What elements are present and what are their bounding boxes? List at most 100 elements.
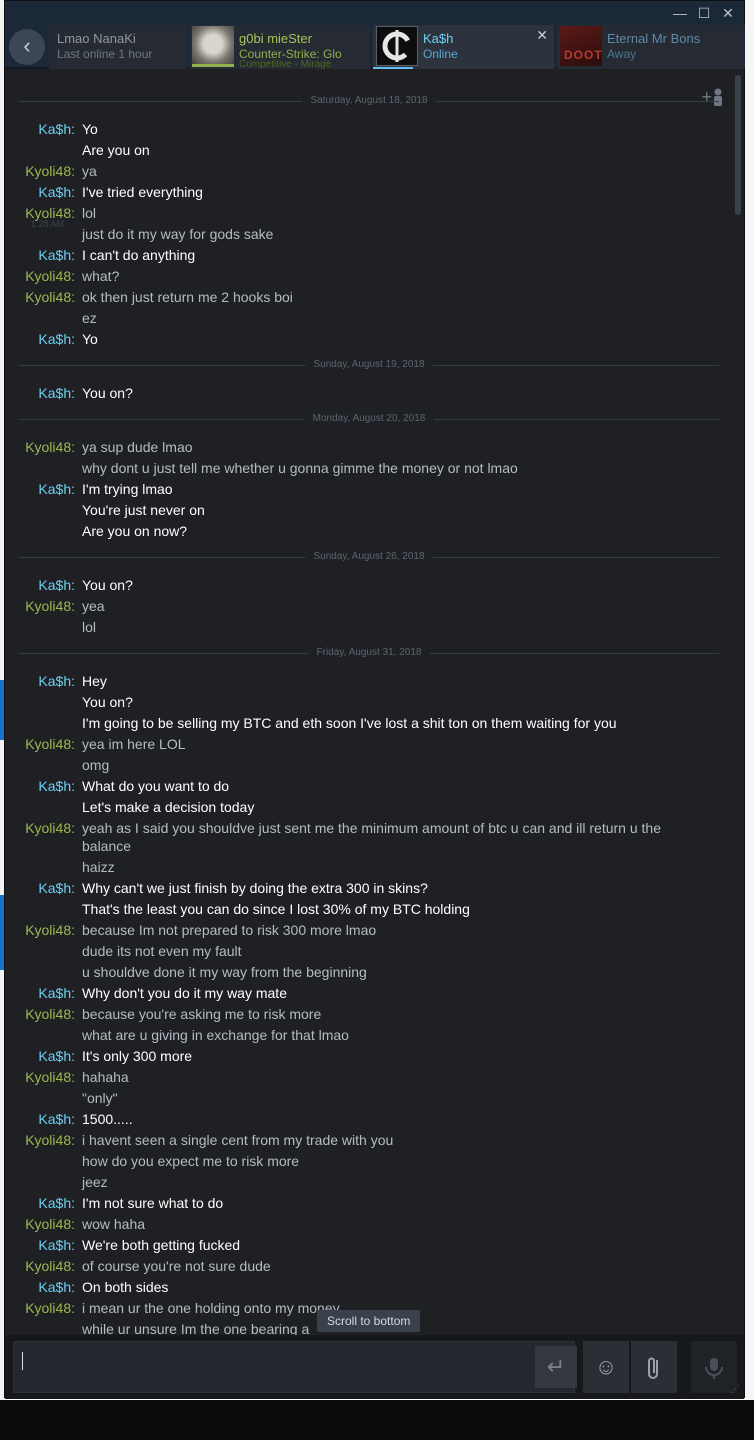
message-text: You're just never on [82,502,205,518]
message-sender[interactable]: Kyoli48: [5,438,75,456]
message-sender[interactable]: Ka$h: [5,984,75,1002]
message-text: just do it my way for gods sake [82,226,274,242]
message-sender[interactable]: Kyoli48: [5,1299,75,1317]
message-text: ya [82,163,97,179]
date-divider-label: Saturday, August 18, 2018 [302,95,436,106]
minimize-button[interactable]: — [671,4,689,22]
message-sender[interactable]: Ka$h: [5,672,75,690]
message-sender[interactable]: Ka$h: [5,384,75,402]
message-sender[interactable]: Ka$h: [5,879,75,897]
message-sender[interactable]: Kyoli48: [5,1215,75,1233]
message-sender[interactable]: Ka$h: [5,480,75,498]
resize-grip-icon[interactable]: ⋰ [730,1384,740,1395]
maximize-button[interactable]: ☐ [695,4,713,22]
message-text: dude its not even my fault [82,943,242,959]
message-sender[interactable]: Ka$h: [5,1278,75,1296]
send-icon[interactable]: ↵ [535,1346,577,1388]
message-text: ya sup dude lmao [82,439,193,455]
message-input[interactable]: ↵ [13,1341,577,1393]
message-sender[interactable]: Kyoli48: [5,162,75,180]
message-text: 1500..... [82,1111,133,1127]
message-sender[interactable]: Ka$h: [5,246,75,264]
message-text: yeah as I said you shouldve just sent me… [82,820,661,854]
text-caret [22,1352,23,1370]
paperclip-icon[interactable] [631,1341,677,1393]
date-divider-label: Sunday, August 26, 2018 [305,551,433,562]
avatar [192,26,234,66]
message-sender[interactable]: Kyoli48: [5,1131,75,1149]
message-sender[interactable]: Kyoli48: [5,921,75,939]
message-text: haizz [82,859,115,875]
message-text: lol [82,619,97,635]
message-text: Are you on now? [82,523,188,539]
message-text: Are you on [82,142,150,158]
message-text: hahaha [82,1069,129,1085]
scrollbar-thumb[interactable] [735,75,741,215]
message-text: jeez [82,1174,108,1190]
tab-substatus: Competitive - Mirage [239,59,332,69]
message-sender[interactable]: Ka$h: [5,1047,75,1065]
message-sender[interactable]: Ka$h: [5,576,75,594]
message-text: omg [82,757,110,773]
tab-name: Ka$h [423,31,454,46]
tab-name: Eternal Mr Bons [607,31,701,46]
message-sender[interactable]: Ka$h: [5,1110,75,1128]
date-divider-label: Monday, August 20, 2018 [304,413,434,424]
message-sender[interactable]: Ka$h: [5,1236,75,1254]
message-text: wow haha [82,1216,146,1232]
message-text: lol [82,205,97,221]
chat-window: — ☐ ✕ ‹ Lmao NanaKi Last online 1 hour g… [4,0,745,1399]
message-text: It's only 300 more [82,1048,193,1064]
message-sender[interactable]: Kyoli48: [5,288,75,306]
date-divider: Saturday, August 18, 2018 [19,95,719,107]
message-text: You on? [82,694,133,710]
message-text: I've tried everything [82,184,203,200]
back-arrow-icon[interactable]: ‹ [9,29,45,65]
message-text: That's the least you can do since I lost… [82,901,470,917]
message-text: yea [82,598,105,614]
message-text: I'm trying lmao [82,481,173,497]
message-text: On both sides [82,1279,169,1295]
tab-kash[interactable]: Ka$h Online ✕ [373,25,555,69]
message-sender[interactable]: Ka$h: [5,330,75,348]
message-sender[interactable]: Ka$h: [5,1194,75,1212]
message-text: why dont u just tell me whether u gonna … [82,460,518,476]
tab-g0bi-miester[interactable]: g0bi mieSter Counter-Strike: Glo Competi… [189,25,371,69]
message-sender[interactable]: Ka$h: [5,777,75,795]
scroll-to-bottom-button[interactable]: Scroll to bottom [317,1310,421,1332]
tab-status: Last online 1 hour [57,47,153,61]
message-sender[interactable]: Ka$h: [5,120,75,138]
date-divider: Sunday, August 26, 2018 [19,551,719,563]
date-divider: Sunday, August 19, 2018 [19,359,719,371]
message-text: What do you want to do [82,778,230,794]
message-text: because you're asking me to risk more [82,1006,322,1022]
message-sender[interactable]: Kyoli48: [5,1005,75,1023]
tab-name: Lmao NanaKi [57,31,136,46]
date-divider-label: Sunday, August 19, 2018 [305,359,433,370]
title-bar[interactable]: — ☐ ✕ [5,1,744,25]
message-text: You on? [82,385,133,401]
message-sender[interactable]: Kyoli48: [5,597,75,615]
message-sender[interactable]: Kyoli48: [5,735,75,753]
message-text: Hey [82,673,107,689]
date-divider: Monday, August 20, 2018 [19,413,719,425]
message-sender[interactable]: Kyoli48: [5,1068,75,1086]
message-sender[interactable]: Kyoli48: [5,1257,75,1275]
message-text: Why don't you do it my way mate [82,985,287,1001]
message-sender[interactable]: Kyoli48: [5,204,75,222]
message-sender[interactable]: Kyoli48: [5,819,75,837]
message-text: what? [82,268,120,284]
tab-lmao-nanaki[interactable]: Lmao NanaKi Last online 1 hour [49,25,187,69]
message-sender[interactable]: Ka$h: [5,183,75,201]
message-sender[interactable]: Kyoli48: [5,267,75,285]
chat-history[interactable]: + 1:28 AM Saturday, August 18, 2018 Sunda… [5,71,744,1335]
close-button[interactable]: ✕ [719,4,737,22]
message-text: ok then just return me 2 hooks boi [82,289,293,305]
message-text: We're both getting fucked [82,1237,241,1253]
tab-eternal-mr-bons[interactable]: DOOT Eternal Mr Bons Away [557,25,745,69]
date-divider: Friday, August 31, 2018 [19,647,719,659]
message-composer: ↵ ☺ ⋰ [5,1335,744,1399]
message-text: Yo [82,121,98,137]
emoji-icon[interactable]: ☺ [583,1341,629,1393]
close-tab-icon[interactable]: ✕ [536,27,548,44]
